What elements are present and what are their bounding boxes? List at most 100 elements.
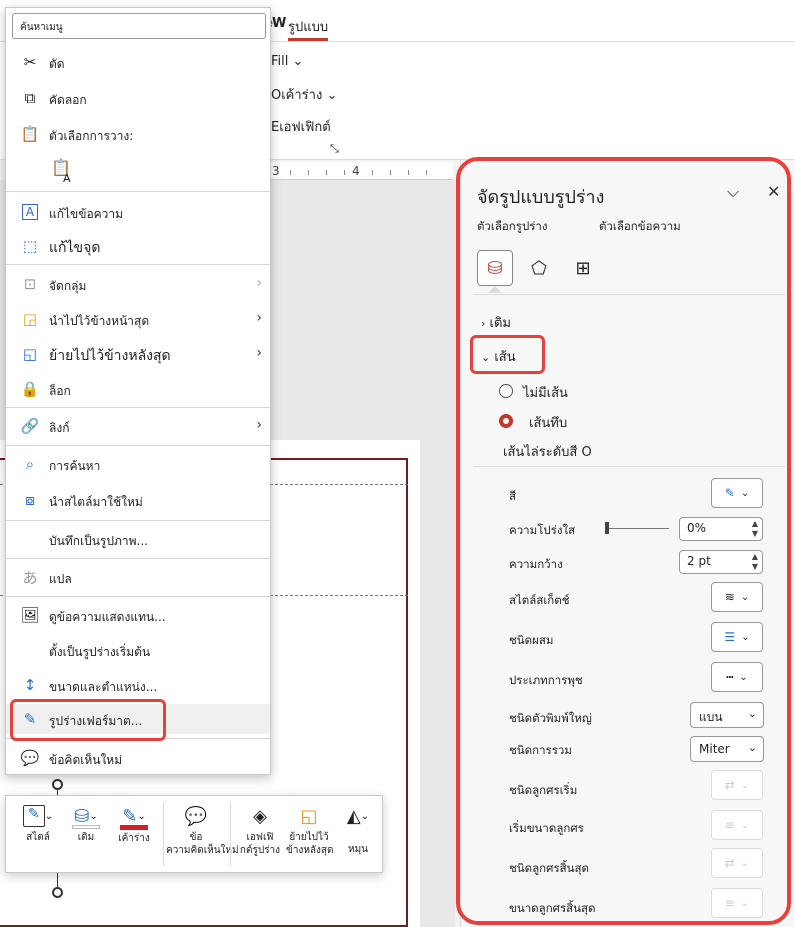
chevron-down-icon: ⌄ — [740, 857, 750, 869]
sketch-style-dropdown[interactable]: ≋ ⌄ — [711, 582, 763, 612]
menu-item-cut[interactable]: ✂ ตัด — [6, 47, 270, 77]
shape-effects-button[interactable]: Eเอฟเฟิกต์ — [271, 116, 331, 137]
menu-item-edit-points[interactable]: ⬚ แก้ไขจุด — [6, 231, 270, 261]
menu-item-label: ย้ายไปไว้ข้างหลังสุด — [49, 348, 171, 364]
begin-arrow-type-dropdown[interactable]: ⇄ ⌄ — [711, 770, 763, 800]
menu-item-alt-text[interactable]: 🖼 ดูข้อความแสดงแทน... — [6, 600, 270, 630]
menu-item-translate[interactable]: あ แปล — [6, 562, 270, 592]
translate-icon: あ — [22, 568, 38, 587]
chevron-right-icon: › — [256, 310, 262, 326]
arrows-icon: ⇄ — [724, 856, 735, 870]
transparency-slider-thumb[interactable] — [605, 522, 609, 534]
gradient-line-label[interactable]: เส้นไล่ระดับสี O — [503, 441, 592, 462]
new-comment-icon: 💬 — [184, 805, 208, 827]
arrow-size-icon: ≡ — [724, 896, 735, 910]
bring-to-front-icon: ◲ — [22, 310, 38, 328]
tab-text-options[interactable]: ตัวเลือกข้อความ — [599, 218, 681, 236]
join-type-select[interactable]: Miter ⌄ — [690, 736, 764, 762]
cap-type-select[interactable]: แบน ⌄ — [690, 702, 764, 728]
menu-item-send-to-back[interactable]: ◱ ย้ายไปไว้ข้างหลังสุด › — [6, 339, 270, 369]
shape-effects-button[interactable]: ◈ เอฟเฟิ กต์รูปร่าง — [236, 801, 284, 857]
end-arrow-size-label: ขนาดลูกศรสิ้นสุด — [509, 901, 596, 915]
menu-item-size-position[interactable]: ↕ ขนาดและตำแหน่ง... — [6, 670, 270, 700]
chevron-down-icon: ⌄ — [740, 819, 750, 831]
join-type-label: ชนิดการรวม — [509, 743, 572, 757]
fill-button[interactable]: ⛁ ⌄ เติม — [64, 801, 108, 844]
width-stepper[interactable]: 2 pt ▲ ▼ — [679, 550, 763, 574]
arrows-icon: ⇄ — [724, 778, 735, 792]
size-properties-icon[interactable]: ⊞ — [565, 250, 601, 286]
no-line-label: ไม่มีเส้น — [523, 386, 568, 401]
chevron-down-icon: ⌄ — [747, 707, 757, 720]
transparency-label: ความโปร่งใส — [509, 523, 576, 537]
tab-partial[interactable]: W — [272, 16, 286, 31]
shape-outline-button[interactable]: Oเค้าร่าง ⌄ — [271, 84, 337, 105]
outline-button[interactable]: ✎ ⌄ เค้าร่าง — [110, 801, 158, 845]
chevron-right-icon: › — [256, 417, 262, 433]
group-icon: ⊡ — [23, 275, 37, 293]
reuse-style-icon: ⧇ — [25, 491, 35, 509]
end-arrow-size-dropdown[interactable]: ≡ ⌄ — [711, 888, 763, 918]
menu-item-set-default-shape[interactable]: ตั้งเป็นรูปร่างเริ่มต้น — [6, 635, 270, 665]
end-arrow-type-label: ชนิดลูกศรสิ้นสุด — [509, 861, 589, 875]
alt-text-icon: 🖼 — [20, 606, 40, 624]
solid-line-radio[interactable] — [499, 414, 513, 428]
width-label: ความกว้าง — [509, 557, 563, 571]
menu-item-bring-to-front[interactable]: ◲ นำไปไว้ข้างหน้าสุด › — [6, 304, 270, 334]
highlight-format-shape — [10, 699, 166, 741]
line-color-dropdown[interactable]: ✎ ⌄ — [711, 478, 763, 508]
format-shape-pane: จัดรูปแบบรูปร่าง ⌵ ✕ ตัวเลือกรูปร่าง ตัว… — [460, 160, 795, 927]
tab-shape-options[interactable]: ตัวเลือกรูปร่าง — [477, 218, 548, 236]
chevron-down-icon: ⌄ — [747, 741, 757, 754]
transparency-stepper[interactable]: 0% ▲ ▼ — [679, 517, 763, 541]
mini-toolbar: ✎ ⌄ สไตล์ ⛁ ⌄ เติม ✎ ⌄ เค้าร่าง 💬 ข้อ ความค… — [5, 795, 383, 873]
ruler: 3 4 — [268, 162, 453, 180]
transparency-slider[interactable] — [609, 528, 669, 529]
menu-item-label: แก้ไขจุด — [49, 240, 101, 256]
link-icon: 🔗 — [20, 417, 40, 435]
effects-pentagon-icon[interactable]: ⬠ — [521, 250, 557, 286]
menu-item-reuse-style[interactable]: ⧇ นำสไตล์มาใช้ใหม่ — [6, 485, 270, 515]
style-icon: ✎ ⌄ — [14, 801, 62, 831]
tab-format[interactable]: รูปแบบ — [288, 16, 329, 41]
menu-item-edit-text[interactable]: A แก้ไขข้อความ — [6, 197, 270, 227]
new-comment-icon: 💬 — [20, 749, 40, 767]
arrow-size-icon: ≡ — [724, 818, 735, 832]
style-button[interactable]: ✎ ⌄ สไตล์ — [14, 801, 62, 844]
rotate-button[interactable]: ◭ ⌄ หมุน — [336, 801, 380, 856]
begin-arrow-size-dropdown[interactable]: ≡ ⌄ — [711, 810, 763, 840]
chevron-down-icon[interactable]: ⌵ — [727, 182, 739, 202]
menu-item-group[interactable]: ⊡ จัดกลุ่ม › — [6, 269, 270, 299]
menu-item-paste-options: 📋 ตัวเลือกการวาง: — [6, 119, 270, 149]
end-arrow-type-dropdown[interactable]: ⇄ ⌄ — [711, 848, 763, 878]
menu-item-new-comment[interactable]: 💬 ข้อคิดเห็นใหม่ — [6, 743, 270, 773]
compound-type-dropdown[interactable]: ☰ ⌄ — [711, 622, 763, 652]
menu-item-link[interactable]: 🔗 ลิงก์ › — [6, 411, 270, 441]
handle-connector — [57, 873, 58, 888]
menu-item-save-as-picture[interactable]: บันทึกเป็นรูปภาพ... — [6, 524, 270, 554]
new-comment-button[interactable]: 💬 ข้อ ความคิดเห็นใหม่ — [166, 801, 239, 857]
resize-handle[interactable] — [52, 887, 63, 898]
shape-fill-button[interactable]: Fill ⌄ — [271, 54, 303, 69]
menu-item-search[interactable]: ⌕ การค้นหา — [6, 449, 270, 479]
dash-type-label: ประเภทการพุช — [509, 673, 583, 687]
menu-item-label: การค้นหา — [49, 459, 101, 473]
dash-type-dropdown[interactable]: ┅ ⌄ — [711, 662, 763, 692]
fill-line-icon[interactable]: ⛁ — [477, 250, 513, 286]
menu-search-input[interactable]: ค้นหาเมนู — [12, 13, 266, 39]
paste-keep-text-icon[interactable]: 📋 A — [51, 158, 77, 188]
send-to-back-button[interactable]: ◱ ย้ายไปไว้ ข้างหลังสุด — [286, 801, 334, 857]
chevron-right-icon: › — [256, 275, 262, 291]
edit-points-icon: ⬚ — [22, 237, 38, 255]
dialog-launcher-icon[interactable]: ⤡ — [330, 142, 339, 156]
menu-item-lock[interactable]: 🔒 ล็อก — [6, 374, 270, 404]
solid-line-label: เส้นทึบ — [529, 416, 568, 431]
section-fill[interactable]: › เติม — [481, 312, 511, 333]
begin-arrow-type-label: ชนิดลูกศรเริ่ม — [509, 783, 578, 797]
chevron-down-icon: ⌄ — [740, 897, 750, 909]
compound-type-label: ชนิดผสม — [509, 633, 554, 647]
close-icon[interactable]: ✕ — [767, 182, 780, 201]
no-line-radio[interactable] — [499, 384, 513, 398]
menu-item-copy[interactable]: ⧉ คัดลอก — [6, 83, 270, 113]
menu-item-label: คัดลอก — [49, 93, 87, 107]
